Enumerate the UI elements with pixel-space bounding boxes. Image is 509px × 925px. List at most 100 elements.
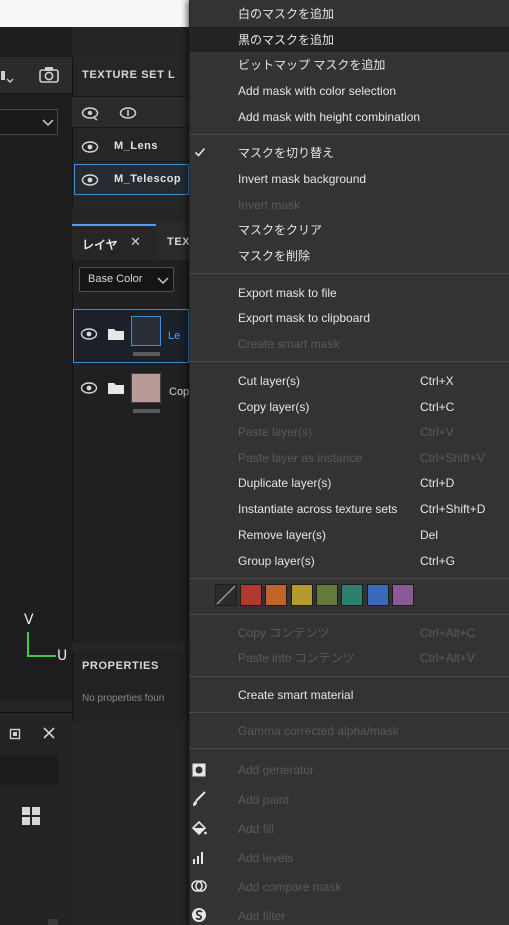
menu-item-add-paint[interactable]: Add paint bbox=[238, 793, 289, 807]
texture-set-label: M_Lens bbox=[114, 140, 158, 152]
texture-set-panel-title: TEXTURE SET L bbox=[82, 69, 176, 81]
info-icon[interactable] bbox=[119, 105, 137, 124]
uv-axis-gizmo bbox=[27, 632, 56, 657]
menu-item-create-smart-mask[interactable]: Create smart mask bbox=[238, 337, 339, 351]
grid-view-icon[interactable] bbox=[21, 806, 41, 829]
viewport-dropdown[interactable] bbox=[0, 109, 58, 135]
menu-item-group-layers[interactable]: Group layer(s) bbox=[238, 554, 315, 568]
tab-texture[interactable]: TEX bbox=[167, 236, 190, 248]
color-swatch-red[interactable] bbox=[240, 584, 262, 606]
layer-row[interactable]: Cop bbox=[73, 364, 189, 418]
channel-select[interactable]: Base Color bbox=[79, 267, 174, 292]
shortcut-remove: Del bbox=[420, 528, 439, 542]
screenshot-camera-icon[interactable] bbox=[38, 66, 60, 84]
folder-icon bbox=[107, 327, 125, 344]
shelf-search-bar[interactable] bbox=[0, 755, 58, 785]
checkmark-icon bbox=[194, 146, 206, 161]
texture-set-label: M_Telescop bbox=[114, 173, 182, 185]
menu-separator bbox=[189, 578, 509, 579]
viewport-toolbar bbox=[0, 57, 72, 94]
menu-item-add-generator[interactable]: Add generator bbox=[238, 763, 314, 777]
menu-item-invert-mask[interactable]: Invert mask bbox=[238, 198, 300, 212]
menu-item-remove-layers[interactable]: Remove layer(s) bbox=[238, 528, 326, 542]
menu-item-add-bitmap-mask[interactable]: ビットマップ マスクを追加 bbox=[238, 58, 385, 72]
mask-indicator bbox=[133, 409, 160, 413]
menu-separator bbox=[189, 676, 509, 677]
eye-icon[interactable] bbox=[80, 327, 98, 344]
layer-label: Cop bbox=[169, 386, 190, 398]
layer-row-selected[interactable]: Le bbox=[73, 309, 189, 363]
menu-item-paste-layer-instance[interactable]: Paste layer as instance bbox=[238, 451, 362, 465]
menu-item-add-compare-mask[interactable]: Add compare mask bbox=[238, 880, 341, 894]
close-icon[interactable] bbox=[42, 726, 56, 743]
menu-item-invert-mask-background[interactable]: Invert mask background bbox=[238, 172, 366, 186]
menu-item-add-mask-height-combination[interactable]: Add mask with height combination bbox=[238, 110, 420, 124]
eye-icon[interactable] bbox=[80, 381, 98, 398]
menu-separator bbox=[189, 134, 509, 135]
menu-item-export-mask-clipboard[interactable]: Export mask to clipboard bbox=[238, 311, 370, 325]
menu-item-add-fill[interactable]: Add fill bbox=[238, 822, 274, 836]
color-swatch-blue[interactable] bbox=[367, 584, 389, 606]
menu-item-cut-layers[interactable]: Cut layer(s) bbox=[238, 374, 300, 388]
shortcut-paste-instance: Ctrl+Shift+V bbox=[420, 451, 485, 465]
float-panel-icon[interactable] bbox=[9, 728, 21, 743]
viewport[interactable] bbox=[0, 0, 72, 700]
layer-label: Le bbox=[168, 330, 181, 342]
eye-icon[interactable] bbox=[81, 140, 99, 157]
color-swatch-none[interactable] bbox=[215, 584, 237, 606]
texture-set-row[interactable]: M_Lens bbox=[74, 133, 189, 162]
brush-icon bbox=[191, 791, 207, 807]
shortcut-copy-contents: Ctrl+Alt+C bbox=[420, 626, 476, 640]
menu-item-instantiate-texture-sets[interactable]: Instantiate across texture sets bbox=[238, 502, 397, 516]
menu-item-add-levels[interactable]: Add levels bbox=[238, 851, 293, 865]
color-swatch-yellow[interactable] bbox=[291, 584, 313, 606]
menu-item-paste-into-contents[interactable]: Paste into コンテンツ bbox=[238, 651, 355, 665]
shortcut-copy: Ctrl+C bbox=[420, 400, 455, 414]
shelf-scrollbar[interactable] bbox=[48, 919, 58, 925]
generator-icon bbox=[191, 762, 207, 778]
shortcut-instantiate: Ctrl+Shift+D bbox=[420, 502, 486, 516]
menu-item-paste-layers[interactable]: Paste layer(s) bbox=[238, 425, 312, 439]
shortcut-paste-into: Ctrl+Alt+V bbox=[420, 651, 475, 665]
menu-item-add-filter[interactable]: Add filter bbox=[238, 909, 285, 923]
camera-mode-icon[interactable] bbox=[0, 67, 18, 85]
menu-item-add-white-mask[interactable]: 白のマスクを追加 bbox=[238, 7, 334, 21]
menu-item-toggle-mask[interactable]: マスクを切り替え bbox=[238, 146, 334, 160]
levels-icon bbox=[191, 849, 207, 865]
tab-close-icon[interactable]: ✕ bbox=[130, 235, 141, 250]
color-swatch-teal[interactable] bbox=[341, 584, 363, 606]
visibility-toggle-icon[interactable] bbox=[81, 105, 99, 124]
shortcut-group: Ctrl+G bbox=[420, 554, 456, 568]
fill-bucket-icon bbox=[191, 820, 207, 836]
properties-panel-title: PROPERTIES bbox=[82, 660, 159, 672]
menu-separator bbox=[189, 361, 509, 362]
menu-item-clear-mask[interactable]: マスクをクリア bbox=[238, 223, 322, 237]
compare-mask-icon bbox=[191, 878, 207, 894]
menu-item-delete-mask[interactable]: マスクを削除 bbox=[238, 249, 310, 263]
eye-icon[interactable] bbox=[81, 173, 99, 190]
menu-item-export-mask-file[interactable]: Export mask to file bbox=[238, 286, 337, 300]
texture-set-row-selected[interactable]: M_Telescop bbox=[74, 164, 189, 195]
menu-separator bbox=[189, 748, 509, 749]
menu-separator bbox=[189, 273, 509, 274]
chevron-down-icon bbox=[157, 275, 169, 289]
menu-item-duplicate-layers[interactable]: Duplicate layer(s) bbox=[238, 476, 331, 490]
color-swatch-orange[interactable] bbox=[265, 584, 287, 606]
color-swatch-green[interactable] bbox=[316, 584, 338, 606]
color-swatch-purple[interactable] bbox=[392, 584, 414, 606]
menu-item-add-black-mask[interactable]: 黒のマスクを追加 bbox=[238, 33, 334, 47]
tab-layers[interactable]: レイヤ ✕ bbox=[72, 224, 156, 260]
menu-item-copy-contents[interactable]: Copy コンテンツ bbox=[238, 626, 329, 640]
menu-item-copy-layers[interactable]: Copy layer(s) bbox=[238, 400, 309, 414]
window-titlebar-strip bbox=[0, 0, 189, 27]
bottom-left-dock bbox=[0, 712, 72, 925]
menu-item-gamma-corrected[interactable]: Gamma corrected alpha/mask bbox=[238, 724, 399, 738]
axis-u-label: U bbox=[57, 648, 68, 664]
mask-indicator bbox=[133, 352, 160, 356]
layer-thumbnail bbox=[131, 316, 161, 346]
menu-item-add-mask-color-selection[interactable]: Add mask with color selection bbox=[238, 84, 396, 98]
menu-item-create-smart-material[interactable]: Create smart material bbox=[238, 688, 353, 702]
layer-thumbnail bbox=[131, 373, 161, 403]
no-color-slash-icon bbox=[216, 585, 236, 605]
menu-separator bbox=[189, 614, 509, 615]
